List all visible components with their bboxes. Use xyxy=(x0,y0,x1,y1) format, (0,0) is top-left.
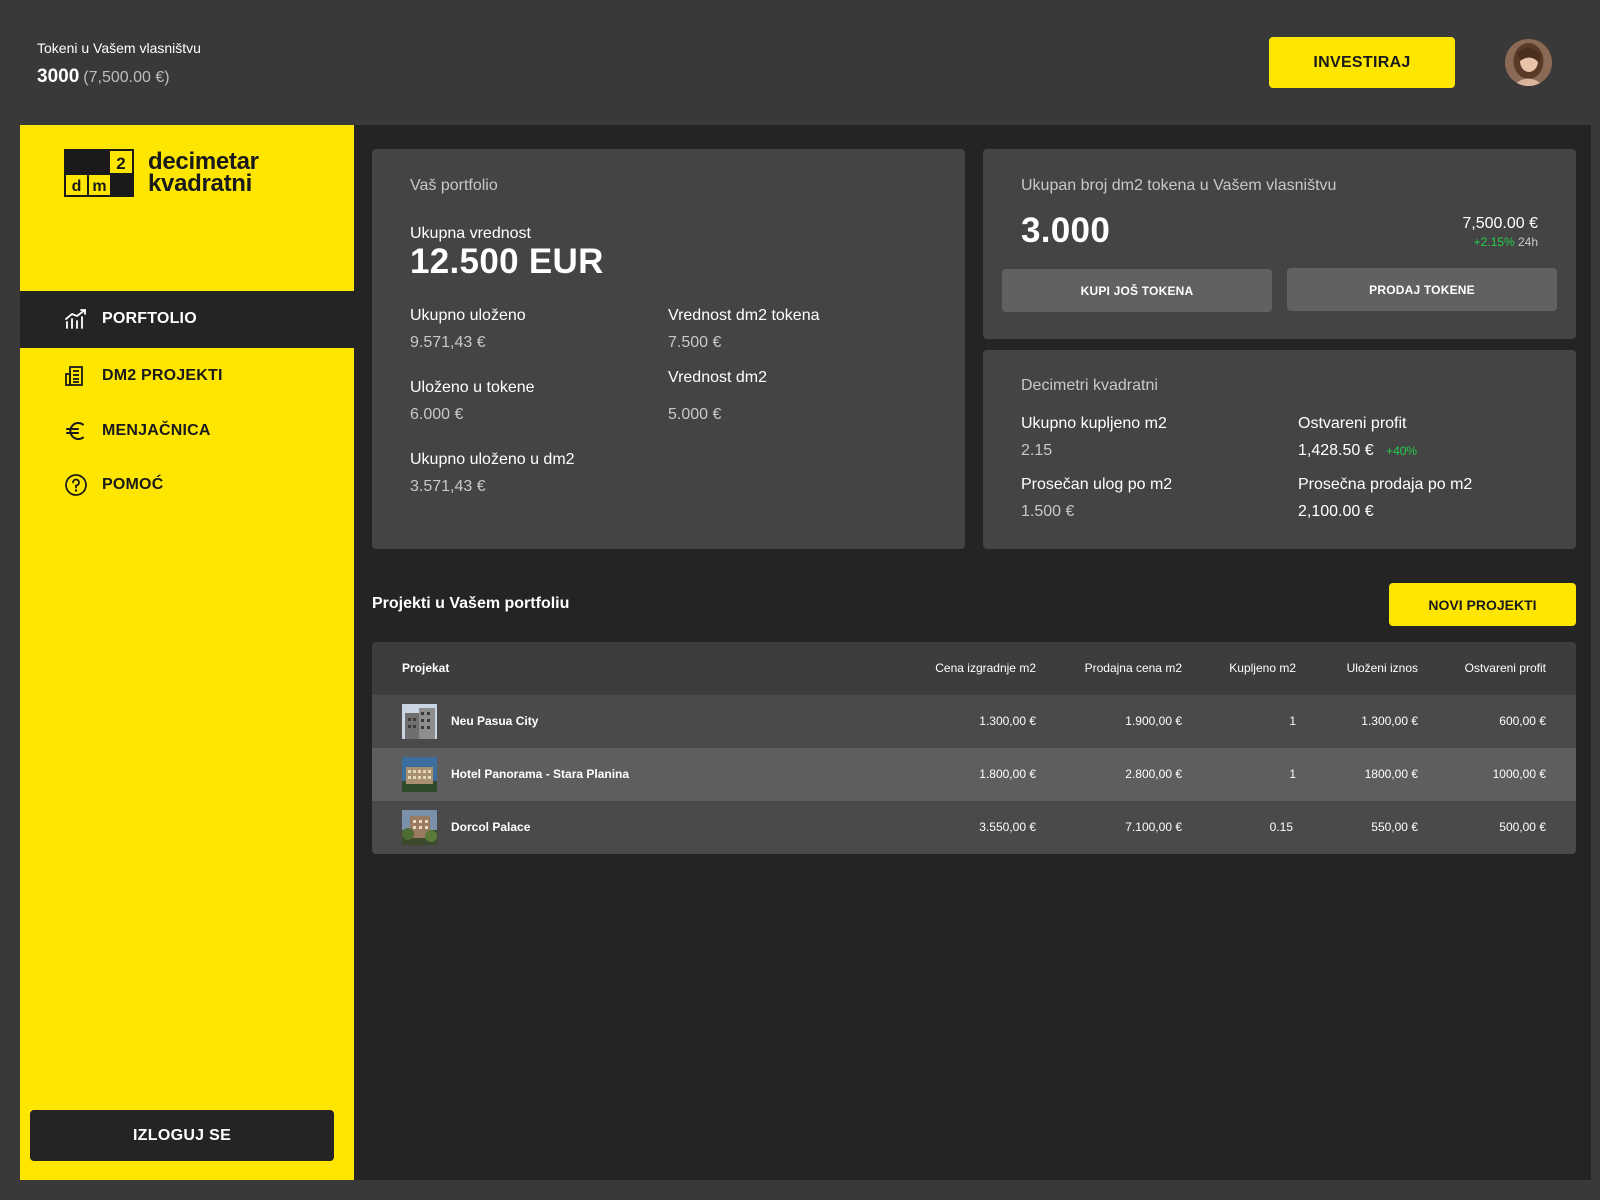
table-row[interactable]: Neu Pasua City 1.300,00 € 1.900,00 € 1 1… xyxy=(372,695,1576,748)
sale-price: 2.800,00 € xyxy=(1125,767,1182,781)
sidebar-item-menjacnica[interactable]: MENJAČNICA xyxy=(20,403,354,460)
table-row[interactable]: Dorcol Palace 3.550,00 € 7.100,00 € 0.15… xyxy=(372,801,1576,854)
tokens-card-title: Ukupan broj dm2 tokena u Vašem vlasništv… xyxy=(1021,177,1337,194)
profit-amount: 600,00 € xyxy=(1499,714,1546,728)
invested-label: Ukupno uloženo xyxy=(410,307,526,324)
projects-title: Projekti u Vašem portfoliu xyxy=(372,595,570,612)
logout-button[interactable]: IZLOGUJ SE xyxy=(30,1110,334,1161)
column-header-bought: Kupljeno m2 xyxy=(1229,661,1296,675)
logo-d: d xyxy=(72,178,82,195)
building-icon xyxy=(65,366,83,386)
avg-invest-value: 1.500 € xyxy=(1021,503,1075,520)
tokens-count: 3000 xyxy=(37,66,80,87)
avg-sale-value: 2,100.00 € xyxy=(1298,503,1374,520)
total-value-label: Ukupna vrednost xyxy=(410,225,531,242)
project-thumbnail xyxy=(402,704,437,739)
logo-mark: 2 d m xyxy=(64,149,134,197)
top-bar: Tokeni u Vašem vlasništvu 3000 (7,500.00 … xyxy=(0,0,1600,125)
bought-label: Ukupno kupljeno m2 xyxy=(1021,415,1167,432)
tokens-owned-label: Tokeni u Vašem vlasništvu xyxy=(37,40,201,56)
tokens-owned-value: 3000 (7,500.00 €) xyxy=(37,66,170,88)
avg-sale-label: Prosečna prodaja po m2 xyxy=(1298,476,1473,493)
sale-price: 1.900,00 € xyxy=(1125,714,1182,728)
profit-label: Ostvareni profit xyxy=(1298,415,1407,432)
column-header-sale-price: Prodajna cena m2 xyxy=(1084,661,1182,675)
sidebar-item-label: PORFTOLIO xyxy=(102,310,197,327)
sidebar-item-label: DM2 PROJEKTI xyxy=(102,367,223,384)
invested-amount: 550,00 € xyxy=(1371,820,1418,834)
token-value: 7.500 € xyxy=(668,334,722,351)
buy-tokens-button[interactable]: KUPI JOŠ TOKENA xyxy=(1002,269,1272,312)
column-header-invested: Uloženi iznos xyxy=(1346,661,1418,675)
in-dm2-label: Ukupno uloženo u dm2 xyxy=(410,451,575,468)
avatar-image xyxy=(1505,39,1552,86)
sidebar-item-label: POMOĆ xyxy=(102,476,164,493)
bought-value: 2.15 xyxy=(1021,442,1053,459)
invested-value: 9.571,43 € xyxy=(410,334,486,351)
dm2-card: Decimetri kvadratni Ukupno kupljeno m2 2… xyxy=(983,350,1576,549)
project-thumbnail xyxy=(402,810,437,845)
profit-change: +40% xyxy=(1386,444,1418,458)
profit-value: 1,428.50 € xyxy=(1298,442,1374,459)
tokens-card: Ukupan broj dm2 tokena u Vašem vlasništv… xyxy=(983,149,1576,339)
table-row[interactable]: Hotel Panorama - Stara Planina 1.800,00 … xyxy=(372,748,1576,801)
tokens-eur-value: (7,500.00 €) xyxy=(83,69,170,86)
help-icon xyxy=(65,474,87,496)
sidebar-item-dm2-projekti[interactable]: DM2 PROJEKTI xyxy=(20,348,354,405)
build-price: 1.300,00 € xyxy=(979,714,1036,728)
logo-m: m xyxy=(92,178,106,195)
build-price: 3.550,00 € xyxy=(979,820,1036,834)
token-value-label: Vrednost dm2 tokena xyxy=(668,307,820,324)
profit-amount: 1000,00 € xyxy=(1492,767,1546,781)
total-value: 12.500 EUR xyxy=(410,242,604,281)
sell-tokens-button[interactable]: PRODAJ TOKENE xyxy=(1287,268,1557,311)
bought-amount: 0.15 xyxy=(1269,820,1293,834)
tokens-change-percent: +2.15% xyxy=(1473,235,1515,249)
profit-amount: 500,00 € xyxy=(1499,820,1546,834)
tokens-change-period: 24h xyxy=(1517,235,1538,249)
project-name[interactable]: Neu Pasua City xyxy=(451,714,538,728)
dm2-card-title: Decimetri kvadratni xyxy=(1021,377,1158,394)
invested-amount: 1800,00 € xyxy=(1364,767,1418,781)
invest-button[interactable]: INVESTIRAJ xyxy=(1269,37,1455,88)
sidebar-item-pomoc[interactable]: POMOĆ xyxy=(20,457,354,514)
logo-text: decimetar kvadratni xyxy=(148,150,259,197)
project-name[interactable]: Hotel Panorama - Stara Planina xyxy=(451,767,629,781)
in-tokens-label: Uloženo u tokene xyxy=(410,379,535,396)
project-name[interactable]: Dorcol Palace xyxy=(451,820,530,834)
in-dm2-value: 3.571,43 € xyxy=(410,478,486,495)
column-header-profit: Ostvareni profit xyxy=(1464,661,1546,675)
dm2-value-label: Vrednost dm2 xyxy=(668,369,768,386)
bought-amount: 1 xyxy=(1289,767,1296,781)
logo-two: 2 xyxy=(116,154,125,173)
projects-table: Projekat Cena izgradnje m2 Prodajna cena… xyxy=(372,642,1576,854)
tokens-eur-large: 7,500.00 € xyxy=(1462,215,1538,232)
sidebar-item-portfolio[interactable]: PORFTOLIO xyxy=(20,291,354,348)
portfolio-card: Vaš portfolio Ukupna vrednost 12.500 EUR… xyxy=(372,149,965,549)
column-header-project: Projekat xyxy=(402,661,450,675)
profit-row: 1,428.50 € +40% xyxy=(1298,442,1417,460)
sidebar-item-label: MENJAČNICA xyxy=(102,422,211,439)
logo-text-line2: kvadratni xyxy=(148,170,253,197)
logo[interactable]: 2 d m decimetar kvadratni xyxy=(64,149,284,199)
bought-amount: 1 xyxy=(1289,714,1296,728)
tokens-change: +2.15% 24h xyxy=(1474,235,1538,249)
project-thumbnail xyxy=(402,757,437,792)
new-projects-button[interactable]: NOVI PROJEKTI xyxy=(1389,583,1576,626)
sale-price: 7.100,00 € xyxy=(1125,820,1182,834)
dm2-value: 5.000 € xyxy=(668,406,722,423)
build-price: 1.800,00 € xyxy=(979,767,1036,781)
sidebar: 2 d m decimetar kvadratni PORFTOLIO DM2 … xyxy=(20,125,354,1180)
tokens-count-large: 3.000 xyxy=(1021,211,1111,250)
table-header: Projekat Cena izgradnje m2 Prodajna cena… xyxy=(372,642,1576,695)
chart-icon xyxy=(65,309,86,329)
avg-invest-label: Prosečan ulog po m2 xyxy=(1021,476,1173,493)
invested-amount: 1.300,00 € xyxy=(1361,714,1418,728)
euro-icon xyxy=(66,422,84,440)
avatar[interactable] xyxy=(1505,39,1552,86)
portfolio-title: Vaš portfolio xyxy=(410,177,498,194)
column-header-build-price: Cena izgradnje m2 xyxy=(935,661,1036,675)
in-tokens-value: 6.000 € xyxy=(410,406,464,423)
